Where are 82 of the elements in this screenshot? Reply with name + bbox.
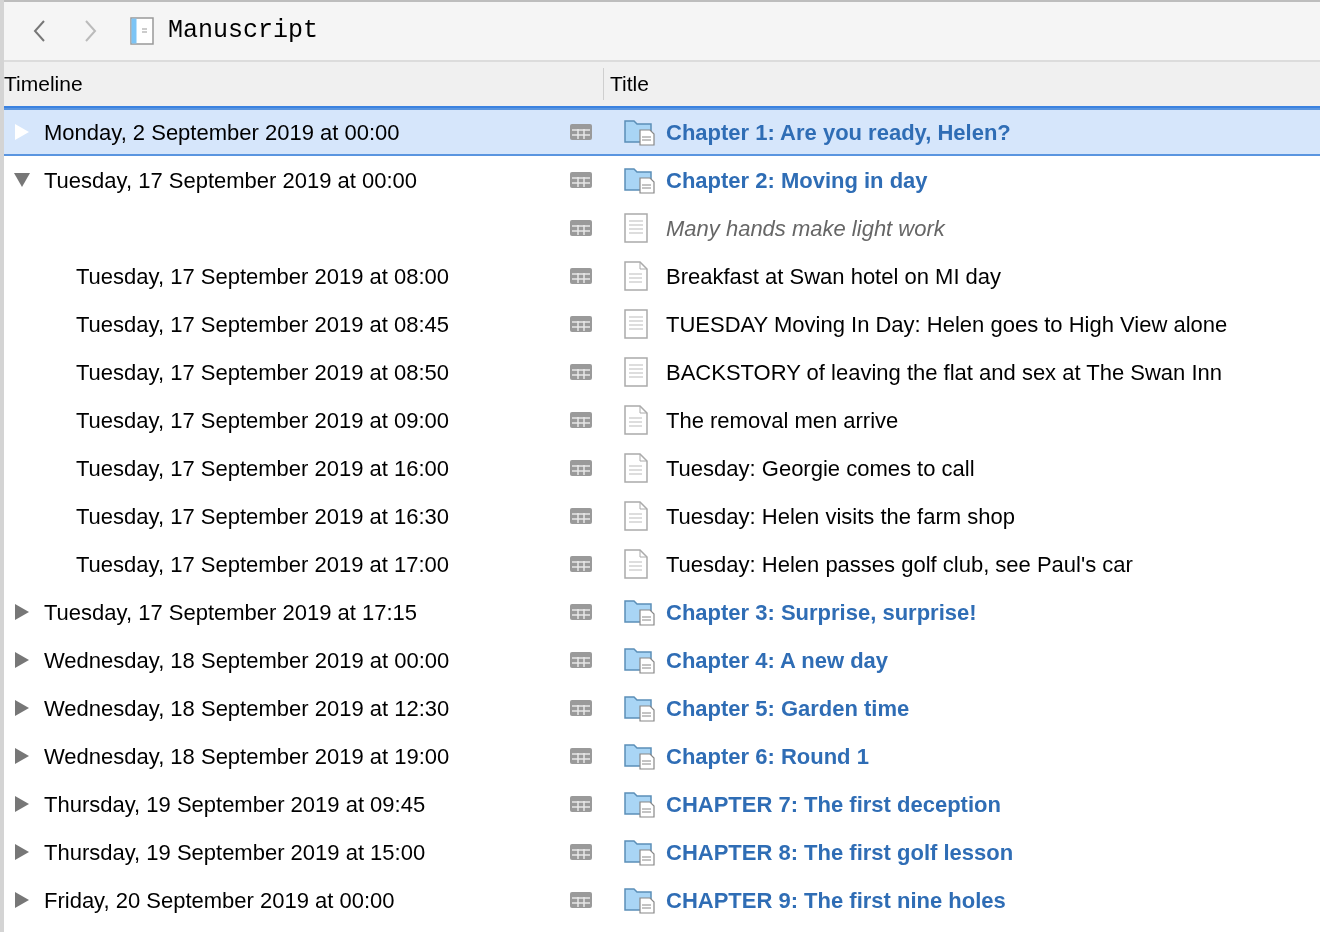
date-text: Tuesday, 17 September 2019 at 08:50 (76, 358, 450, 387)
page-icon (624, 453, 648, 483)
item-title: Tuesday: Georgie comes to call (666, 454, 975, 483)
date-text: Wednesday, 18 September 2019 at 19:00 (44, 742, 450, 771)
calendar-icon[interactable] (570, 364, 592, 380)
item-title: Many hands make light work (666, 214, 945, 243)
date-text: Wednesday, 18 September 2019 at 12:30 (44, 694, 450, 723)
toolbar-title: Manuscript (168, 15, 319, 48)
calendar-icon[interactable] (570, 556, 592, 572)
calendar-icon[interactable] (570, 700, 592, 716)
document-icon (130, 17, 154, 45)
outline-row[interactable]: Monday, 2 September 2019 at 00:00 Chapter 1: Are you ready, Helen? (4, 108, 1320, 156)
forward-icon[interactable] (84, 19, 98, 43)
folder-icon (624, 693, 656, 723)
date-text: Thursday, 19 September 2019 at 15:00 (44, 838, 426, 867)
item-title: CHAPTER 9: The first nine holes (666, 886, 1006, 915)
disclosure-triangle-icon[interactable] (14, 173, 30, 187)
folder-icon (624, 645, 656, 675)
date-text: Tuesday, 17 September 2019 at 09:00 (76, 406, 450, 435)
page-icon (624, 549, 648, 579)
calendar-icon[interactable] (570, 220, 592, 236)
page-icon (624, 501, 648, 531)
calendar-icon[interactable] (570, 604, 592, 620)
calendar-icon[interactable] (570, 844, 592, 860)
calendar-icon[interactable] (570, 316, 592, 332)
date-text: Tuesday, 17 September 2019 at 16:00 (76, 454, 450, 483)
folder-icon (624, 789, 656, 819)
page-icon (624, 405, 648, 435)
item-title: TUESDAY Moving In Day: Helen goes to High View alone (666, 310, 1228, 339)
page-icon (624, 357, 648, 387)
item-title: Tuesday: Helen passes golf club, see Paul's car (666, 550, 1133, 579)
date-text: Tuesday, 17 September 2019 at 08:00 (76, 262, 450, 291)
item-title: BACKSTORY of leaving the flat and sex at The Swan Inn (666, 358, 1223, 387)
page-icon (624, 309, 648, 339)
calendar-icon[interactable] (570, 124, 592, 140)
folder-icon (624, 885, 656, 915)
date-text: Tuesday, 17 September 2019 at 16:30 (76, 502, 450, 531)
column-header[interactable]: Title (610, 68, 649, 100)
calendar-icon[interactable] (570, 268, 592, 284)
item-title: Chapter 2: Moving in day (666, 166, 928, 195)
disclosure-triangle-icon[interactable] (15, 748, 29, 764)
date-text: Tuesday, 17 September 2019 at 08:45 (76, 310, 450, 339)
item-title: Tuesday: Helen visits the farm shop (666, 502, 1015, 531)
calendar-icon[interactable] (570, 796, 592, 812)
item-title: Chapter 1: Are you ready, Helen? (666, 118, 1011, 147)
calendar-icon[interactable] (570, 412, 592, 428)
item-title: Chapter 3: Surprise, surprise! (666, 598, 977, 627)
item-title: CHAPTER 8: The first golf lesson (666, 838, 1014, 867)
item-title: Chapter 4: A new day (666, 646, 889, 675)
date-text: Wednesday, 18 September 2019 at 00:00 (44, 646, 450, 675)
calendar-icon[interactable] (570, 748, 592, 764)
calendar-icon[interactable] (570, 652, 592, 668)
back-icon[interactable] (32, 19, 46, 43)
date-text: Thursday, 19 September 2019 at 09:45 (44, 790, 426, 819)
folder-icon (624, 597, 656, 627)
folder-icon (624, 165, 656, 195)
calendar-icon[interactable] (570, 892, 592, 908)
folder-icon (624, 741, 656, 771)
calendar-icon[interactable] (570, 172, 592, 188)
folder-icon (624, 117, 656, 147)
disclosure-triangle-icon[interactable] (15, 604, 29, 620)
date-text: Friday, 20 September 2019 at 00:00 (44, 886, 395, 915)
disclosure-triangle-icon[interactable] (15, 892, 29, 908)
calendar-icon[interactable] (570, 460, 592, 476)
page-icon (624, 261, 648, 291)
disclosure-triangle-icon[interactable] (15, 796, 29, 812)
disclosure-triangle-icon[interactable] (15, 844, 29, 860)
column-header[interactable]: Timeline (4, 68, 83, 100)
date-text: Tuesday, 17 September 2019 at 17:00 (76, 550, 450, 579)
page-icon (624, 213, 648, 243)
folder-icon (624, 837, 656, 867)
date-text: Tuesday, 17 September 2019 at 00:00 (44, 166, 418, 195)
item-title: The removal men arrive (666, 406, 899, 435)
disclosure-triangle-icon[interactable] (15, 700, 29, 716)
date-text: Tuesday, 17 September 2019 at 17:15 (44, 598, 418, 627)
item-title: Chapter 6: Round 1 (666, 742, 869, 771)
item-title: Chapter 5: Garden time (666, 694, 910, 723)
disclosure-triangle-icon[interactable] (15, 652, 29, 668)
date-text: Monday, 2 September 2019 at 00:00 (44, 118, 400, 147)
item-title: CHAPTER 7: The first deception (666, 790, 1001, 819)
item-title: Breakfast at Swan hotel on MI day (666, 262, 1002, 291)
calendar-icon[interactable] (570, 508, 592, 524)
